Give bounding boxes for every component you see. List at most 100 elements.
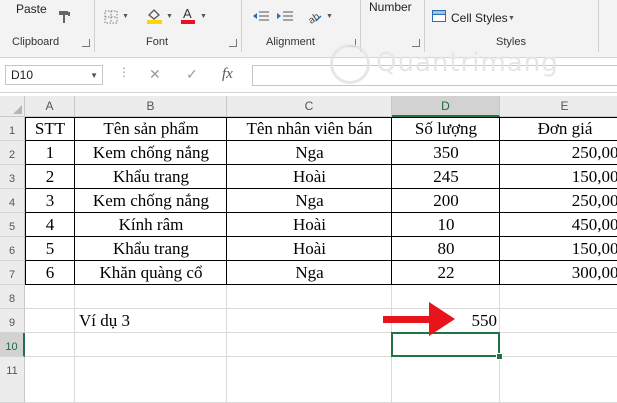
font-color-icon[interactable]: A <box>180 6 196 27</box>
cell[interactable] <box>227 285 392 309</box>
select-all-button[interactable] <box>0 96 25 117</box>
table-cell[interactable]: 1 <box>25 141 75 165</box>
column-header-e[interactable]: E <box>500 96 617 117</box>
table-cell[interactable]: 2 <box>25 165 75 189</box>
table-cell[interactable]: Hoài <box>227 213 392 237</box>
row-header-4[interactable]: 4 <box>0 189 25 213</box>
cell-styles-icon[interactable] <box>432 10 446 25</box>
cell[interactable] <box>227 309 392 333</box>
row-header-8[interactable]: 8 <box>0 285 25 309</box>
table-cell[interactable]: Kính râm <box>75 213 227 237</box>
decrease-indent-icon[interactable] <box>252 10 270 25</box>
row-header-3[interactable]: 3 <box>0 165 25 189</box>
cell[interactable] <box>392 357 500 403</box>
column-header-c[interactable]: C <box>227 96 392 117</box>
table-cell[interactable]: Kem chống nắng <box>75 189 227 213</box>
table-cell[interactable]: 10 <box>392 213 500 237</box>
table-cell[interactable]: Khẩu trang <box>75 165 227 189</box>
cell[interactable] <box>25 333 75 357</box>
table-header-cell[interactable]: STT <box>25 117 75 141</box>
table-cell[interactable]: 300,000 <box>500 261 617 285</box>
chevron-down-icon[interactable]: ▼ <box>122 12 129 22</box>
table-cell[interactable]: Nga <box>227 261 392 285</box>
font-launcher-icon[interactable] <box>229 39 237 47</box>
table-cell[interactable]: 150,000 <box>500 165 617 189</box>
cell-styles-button[interactable]: Cell Styles <box>451 11 508 25</box>
fill-color-icon[interactable] <box>146 8 164 27</box>
fill-handle[interactable] <box>496 353 503 360</box>
row-header-1[interactable]: 1 <box>0 117 25 141</box>
number-group-label[interactable]: Number <box>369 0 412 14</box>
table-cell[interactable]: 350 <box>392 141 500 165</box>
row-header-10[interactable]: 10 <box>0 333 25 357</box>
table-header-cell[interactable]: Đơn giá <box>500 117 617 141</box>
number-launcher-icon[interactable] <box>412 39 420 47</box>
row-header-5[interactable]: 5 <box>0 213 25 237</box>
cell[interactable] <box>500 357 617 403</box>
cell[interactable] <box>25 285 75 309</box>
table-cell[interactable]: Nga <box>227 189 392 213</box>
chevron-down-icon[interactable]: ▼ <box>166 12 173 22</box>
table-cell[interactable]: 150,000 <box>500 237 617 261</box>
chevron-down-icon[interactable]: ▼ <box>200 12 207 22</box>
table-cell[interactable]: 200 <box>392 189 500 213</box>
table-cell[interactable]: 450,000 <box>500 213 617 237</box>
cell[interactable] <box>75 333 227 357</box>
group-divider <box>94 0 95 52</box>
row-header-6[interactable]: 6 <box>0 237 25 261</box>
chevron-down-icon[interactable]: ▼ <box>90 67 98 85</box>
increase-indent-icon[interactable] <box>276 10 294 25</box>
chevron-down-icon[interactable]: ▼ <box>508 14 515 24</box>
cell[interactable] <box>25 357 75 403</box>
svg-text:A: A <box>183 6 192 21</box>
table-cell[interactable]: 5 <box>25 237 75 261</box>
cell[interactable] <box>75 357 227 403</box>
table-cell[interactable]: Khăn quàng cổ <box>75 261 227 285</box>
orientation-icon[interactable]: ab <box>306 8 323 27</box>
clipboard-launcher-icon[interactable] <box>82 39 90 47</box>
cell[interactable] <box>227 357 392 403</box>
table-header-cell[interactable]: Số lượng <box>392 117 500 141</box>
table-cell[interactable]: Khẩu trang <box>75 237 227 261</box>
table-header-cell[interactable]: Tên nhân viên bán <box>227 117 392 141</box>
table-cell[interactable]: Nga <box>227 141 392 165</box>
format-painter-icon[interactable] <box>58 10 72 27</box>
column-header-a[interactable]: A <box>25 96 75 117</box>
cell[interactable] <box>75 285 227 309</box>
table-cell[interactable]: 6 <box>25 261 75 285</box>
watermark-logo-icon <box>330 44 370 84</box>
cancel-icon[interactable]: ✕ <box>149 66 161 82</box>
font-group-label: Font <box>146 36 169 48</box>
cell[interactable] <box>25 309 75 333</box>
enter-icon[interactable]: ✓ <box>186 66 198 82</box>
table-cell[interactable]: 3 <box>25 189 75 213</box>
row-header-11[interactable]: 11 <box>0 357 25 403</box>
example-label[interactable]: Ví dụ 3 <box>75 309 227 333</box>
chevron-down-icon[interactable]: ▼ <box>326 12 333 22</box>
row-header-9[interactable]: 9 <box>0 309 25 333</box>
column-header-b[interactable]: B <box>75 96 227 117</box>
cell[interactable] <box>227 333 392 357</box>
table-cell[interactable]: Kem chống nắng <box>75 141 227 165</box>
borders-icon[interactable] <box>104 10 118 27</box>
cell[interactable] <box>500 285 617 309</box>
table-cell[interactable]: 250,000 <box>500 189 617 213</box>
paste-button[interactable]: Paste <box>16 2 47 16</box>
insert-function-icon[interactable]: fx <box>222 66 233 82</box>
worksheet[interactable]: A B C D E 1 2 3 4 5 6 7 8 9 10 11 STT Tên sản phẩm Tên nhâ… <box>0 96 617 403</box>
table-cell[interactable]: Hoài <box>227 237 392 261</box>
table-cell[interactable]: Hoài <box>227 165 392 189</box>
table-cell[interactable]: 22 <box>392 261 500 285</box>
table-cell[interactable]: 80 <box>392 237 500 261</box>
row-header-2[interactable]: 2 <box>0 141 25 165</box>
table-header-cell[interactable]: Tên sản phẩm <box>75 117 227 141</box>
cell[interactable] <box>500 309 617 333</box>
row-header-7[interactable]: 7 <box>0 261 25 285</box>
more-options-icon[interactable]: ⋮ <box>118 64 130 80</box>
cell[interactable] <box>500 333 617 357</box>
table-cell[interactable]: 4 <box>25 213 75 237</box>
column-header-d[interactable]: D <box>392 96 500 117</box>
table-cell[interactable]: 250,000 <box>500 141 617 165</box>
name-box[interactable]: D10 ▼ <box>5 65 103 85</box>
table-cell[interactable]: 245 <box>392 165 500 189</box>
